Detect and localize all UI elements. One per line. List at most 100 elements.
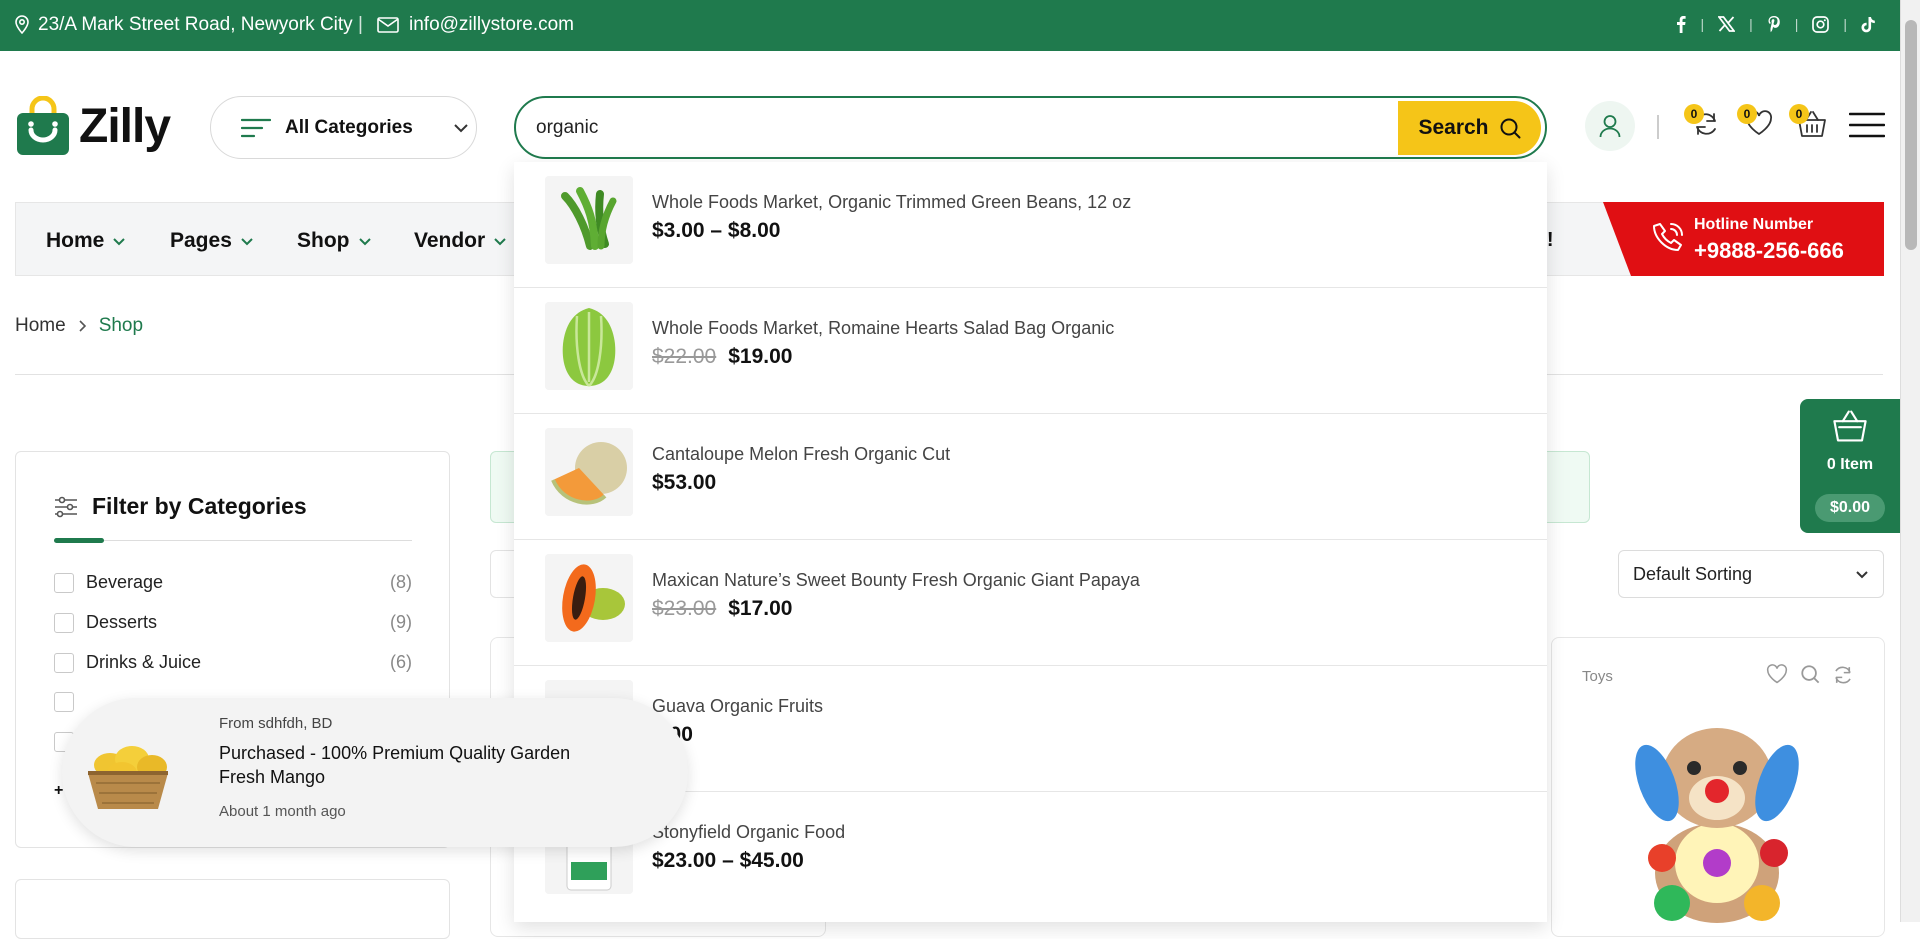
category-checkbox[interactable] xyxy=(54,652,74,673)
result-price: $3.00 – $8.00 xyxy=(652,219,780,243)
cantaloupe-image xyxy=(545,428,633,516)
category-count: (6) xyxy=(390,652,412,672)
search-icon[interactable] xyxy=(1800,664,1820,686)
tiktok-icon[interactable] xyxy=(1861,16,1876,33)
scrollbar-thumb[interactable] xyxy=(1905,20,1917,250)
hotline-label: Hotline Number xyxy=(1694,216,1814,233)
result-current-price: $23.00 – $45.00 xyxy=(652,849,804,872)
category-count: (9) xyxy=(390,612,412,632)
result-price: $23.00 $17.00 xyxy=(652,597,792,621)
page-scrollbar[interactable] xyxy=(1900,0,1920,922)
chevron-down-icon xyxy=(493,237,507,246)
result-current-price: $3.00 – $8.00 xyxy=(652,219,781,242)
cart-button[interactable]: 0 xyxy=(1789,104,1827,138)
all-categories-label: All Categories xyxy=(285,116,413,138)
basket-icon xyxy=(1832,409,1868,443)
breadcrumb-current: Shop xyxy=(98,315,144,336)
product-category: Toys xyxy=(1582,668,1613,685)
instagram-icon[interactable] xyxy=(1812,15,1830,33)
hotline-number: +9888-256-666 xyxy=(1694,238,1844,263)
account-button[interactable] xyxy=(1585,101,1635,151)
hamburger-menu-button[interactable] xyxy=(1849,112,1885,138)
category-checkbox[interactable] xyxy=(54,612,74,633)
result-price: $22.00 $19.00 xyxy=(652,345,792,369)
chevron-down-icon xyxy=(1855,570,1869,579)
wishlist-button[interactable]: 0 xyxy=(1737,104,1773,136)
toast-time: About 1 month ago xyxy=(219,803,346,820)
category-item[interactable]: Drinks & Juice (6) xyxy=(54,652,412,673)
result-old-price: $23.00 xyxy=(652,597,717,620)
nav-item-pages[interactable]: Pages xyxy=(170,229,254,253)
divider: | xyxy=(358,14,363,35)
product-actions xyxy=(1766,664,1854,686)
green-beans-image xyxy=(545,176,633,264)
nav-label: Home xyxy=(46,229,105,252)
mini-cart-items: 0 Item xyxy=(1826,456,1874,473)
logo-text: Zilly xyxy=(79,99,171,153)
site-logo[interactable]: Zilly xyxy=(15,96,171,156)
title-underline xyxy=(54,538,104,543)
search-input[interactable] xyxy=(536,114,1336,142)
pinterest-icon[interactable] xyxy=(1767,15,1781,33)
heart-icon[interactable] xyxy=(1766,664,1788,686)
all-categories-button[interactable]: All Categories xyxy=(210,96,477,159)
divider xyxy=(54,540,412,541)
address: 23/A Mark Street Road, Newyork City xyxy=(14,14,353,36)
chevron-down-icon xyxy=(358,237,372,246)
result-current-price: $19.00 xyxy=(728,345,793,368)
result-name: Whole Foods Market, Romaine Hearts Salad… xyxy=(652,318,1115,338)
category-name: Desserts xyxy=(86,612,158,632)
x-icon[interactable] xyxy=(1718,16,1736,32)
nav-item-shop[interactable]: Shop xyxy=(297,229,372,253)
divider: | xyxy=(1794,16,1799,32)
chevron-down-icon xyxy=(240,237,254,246)
chevron-right-icon xyxy=(78,319,87,333)
email-link[interactable]: info@zillystore.com xyxy=(377,14,574,36)
compare-button[interactable]: 0 xyxy=(1684,104,1720,138)
hamburger-icon xyxy=(1849,112,1885,138)
envelope-icon xyxy=(377,17,399,33)
user-icon xyxy=(1599,114,1621,138)
wishlist-count-badge: 0 xyxy=(1737,104,1757,124)
result-name: Cantaloupe Melon Fresh Organic Cut xyxy=(652,444,951,464)
result-current-price: $53.00 xyxy=(652,471,717,494)
header-divider xyxy=(1657,115,1659,139)
nav-label: Shop xyxy=(297,229,350,252)
category-item[interactable]: Desserts (9) xyxy=(54,612,412,633)
sliders-icon xyxy=(54,496,78,518)
breadcrumb-home[interactable]: Home xyxy=(15,315,66,337)
category-name: Beverage xyxy=(86,572,164,592)
nav-item-home[interactable]: Home xyxy=(46,229,126,253)
search-result-item[interactable]: Maxican Nature’s Sweet Bounty Fresh Orga… xyxy=(514,540,1547,666)
toast-message: Purchased - 100% Premium Quality Garden … xyxy=(219,743,571,787)
shopping-bag-logo-icon xyxy=(15,96,71,156)
divider: | xyxy=(1700,16,1705,32)
search-bar: Search xyxy=(514,96,1547,159)
toast-from: From sdhfdh, BD xyxy=(219,715,333,732)
search-result-item[interactable]: Cantaloupe Melon Fresh Organic Cut $53.0… xyxy=(514,414,1547,540)
nav-label: Pages xyxy=(170,229,232,252)
plush-toy-image xyxy=(1622,713,1812,923)
chevron-down-icon xyxy=(453,123,469,133)
hotline-banner[interactable]: Hotline Number +9888-256-666 xyxy=(1603,202,1884,276)
floating-mini-cart[interactable]: 0 Item $0.00 xyxy=(1800,399,1900,533)
show-more-categories[interactable]: + xyxy=(54,782,63,800)
result-old-price: $22.00 xyxy=(652,345,717,368)
search-result-item[interactable]: Whole Foods Market, Organic Trimmed Gree… xyxy=(514,162,1547,288)
facebook-icon[interactable] xyxy=(1676,15,1687,33)
search-result-item[interactable]: Whole Foods Market, Romaine Hearts Salad… xyxy=(514,288,1547,414)
category-checkbox[interactable] xyxy=(54,572,74,593)
sorting-select[interactable]: Default Sorting xyxy=(1618,550,1884,598)
address-text: 23/A Mark Street Road, Newyork City xyxy=(38,14,353,35)
compare-count-badge: 0 xyxy=(1684,104,1704,124)
result-price: $23.00 – $45.00 xyxy=(652,849,804,873)
recent-purchase-toast[interactable]: From sdhfdh, BD Purchased - 100% Premium… xyxy=(62,698,688,847)
filter-title: Filter by Categories xyxy=(54,493,307,520)
search-button[interactable]: Search xyxy=(1398,101,1541,155)
refresh-icon[interactable] xyxy=(1832,664,1854,686)
category-item[interactable]: Beverage (8) xyxy=(54,572,412,593)
top-bar: 23/A Mark Street Road, Newyork City | in… xyxy=(0,0,1920,51)
product-card[interactable]: Toys xyxy=(1551,637,1885,937)
category-checkbox[interactable] xyxy=(54,692,74,712)
nav-item-vendor[interactable]: Vendor xyxy=(414,229,507,253)
